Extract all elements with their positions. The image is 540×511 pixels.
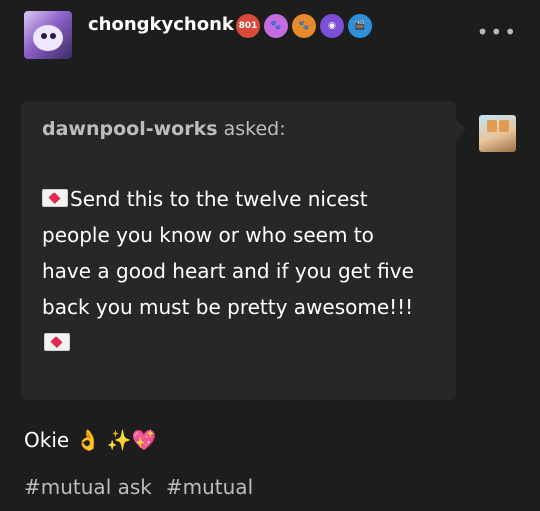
tag-link[interactable]: #mutual ask [24,475,152,499]
author-avatar[interactable] [24,11,72,59]
avatar-eye-left [41,33,47,39]
asker-username[interactable]: dawnpool-works [42,118,218,140]
avatar-face [33,25,63,51]
answer-text: Okie 👌 ✨💖 [24,428,157,452]
asker-avatar-ear-right [499,120,509,132]
stamp-badge-801[interactable]: 801 [236,14,260,38]
love-letter-icon [44,333,70,351]
author-badges: 801 🐾 🐾 ◉ 🎬 [236,13,372,39]
post-tags: #mutual ask #mutual [24,475,267,499]
clapper-badge[interactable]: 🎬 [348,14,372,38]
ask-question-text: Send this to the twelve nicest people yo… [42,187,414,319]
avatar-eye-right [50,33,56,39]
love-letter-icon [42,189,68,207]
paw-badge-orange[interactable]: 🐾 [292,14,316,38]
ask-header: dawnpool-works asked: [42,118,286,140]
post-header: chongkychonk 801 🐾 🐾 ◉ 🎬 ••• [0,0,540,76]
paw-badge-pink[interactable]: 🐾 [264,14,288,38]
more-options-button[interactable]: ••• [477,20,518,44]
asked-label: asked: [217,118,286,140]
ask-box: dawnpool-works asked: Send this to the t… [21,101,466,400]
ask-question: Send this to the twelve nicest people yo… [42,181,422,361]
asker-avatar[interactable] [479,115,516,152]
tag-link[interactable]: #mutual [166,475,253,499]
disco-badge[interactable]: ◉ [320,14,344,38]
author-username[interactable]: chongkychonk [88,14,234,35]
asker-avatar-ear-left [487,120,497,132]
